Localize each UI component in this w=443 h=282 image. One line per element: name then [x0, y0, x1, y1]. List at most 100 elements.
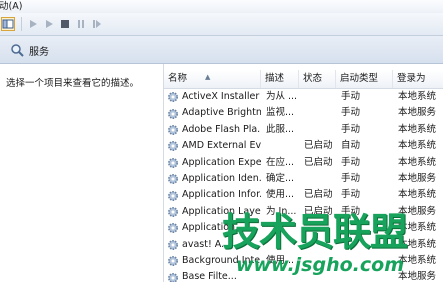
play-icon	[30, 20, 37, 28]
service-log-on-as: 本地系统	[398, 156, 437, 168]
service-row[interactable]: Application Laye... 为 In... 已启动 手动 本地服务	[164, 204, 443, 220]
service-gear-icon	[168, 223, 178, 234]
service-row[interactable]: Application... 本地系统	[164, 220, 443, 236]
service-name-cell: Adaptive Brightn...	[167, 105, 261, 121]
service-name-cell: Application Expe...	[167, 155, 261, 171]
service-name-cell: Application Iden...	[167, 171, 261, 187]
service-row[interactable]: Base Filte... 本地服务	[164, 269, 443, 282]
service-log-on-as: 本地系统	[398, 254, 437, 266]
service-row[interactable]: Application Expe... 在应... 已启动 手动 本地系统	[164, 155, 443, 171]
service-gear-icon	[168, 206, 178, 217]
service-log-on-as: 本地系统	[398, 140, 437, 152]
service-name-cell: ActiveX Installer ...	[167, 89, 261, 105]
start-service-button[interactable]	[26, 17, 40, 31]
services-list[interactable]: 名称 ▲ 描述 状态 启动类型 登录为 ActiveX Installer ..…	[164, 64, 443, 282]
service-name-cell: Application Laye...	[167, 204, 261, 220]
service-description: 确定...	[266, 172, 295, 184]
service-startup-type: 手动	[341, 172, 361, 184]
service-name-cell: Base Filte...	[167, 269, 261, 282]
service-description: 监视...	[266, 107, 295, 119]
play-icon	[46, 20, 53, 28]
service-name: AMD External Ev...	[182, 140, 261, 152]
service-name: avast! A...	[182, 238, 231, 250]
menu-item-action[interactable]: 动(A)	[0, 0, 22, 13]
service-name-cell: avast! A...	[167, 237, 261, 253]
service-row[interactable]: Application Infor... 使用... 已启动 手动 本地系统	[164, 187, 443, 203]
service-row[interactable]: Adaptive Brightn... 监视... 手动 本地服务	[164, 105, 443, 121]
service-gear-icon	[168, 92, 178, 103]
service-log-on-as: 本地系统	[398, 91, 437, 102]
service-gear-icon	[168, 239, 178, 250]
show-hide-console-tree-button[interactable]	[1, 17, 15, 31]
service-status: 已启动	[304, 140, 333, 152]
column-header-row: 名称 ▲ 描述 状态 启动类型 登录为	[164, 70, 443, 89]
column-header-name[interactable]: 名称 ▲	[164, 70, 261, 88]
service-row[interactable]: Adobe Flash Pla... 此服... 手动 本地系统	[164, 122, 443, 138]
description-text: 选择一个项目来查看它的描述。	[6, 78, 140, 89]
service-gear-icon	[168, 108, 178, 119]
service-row[interactable]: Background Inte... 使用... 本地系统	[164, 253, 443, 269]
stop-service-button[interactable]	[58, 17, 72, 31]
service-description: 为 In...	[266, 205, 297, 217]
service-log-on-as: 本地服务	[398, 205, 437, 217]
service-gear-icon	[168, 141, 178, 152]
service-name: Application...	[182, 222, 245, 234]
menu-bar: 动(A)	[0, 0, 443, 13]
service-name-cell: Background Inte...	[167, 253, 261, 269]
column-header-status[interactable]: 状态	[299, 70, 336, 88]
service-description: 使用...	[266, 189, 295, 201]
service-name: Application Laye...	[182, 205, 261, 217]
column-header-description[interactable]: 描述	[261, 70, 299, 88]
service-name: ActiveX Installer ...	[182, 91, 261, 102]
service-row[interactable]: ActiveX Installer ... 为从 ... 手动 本地系统	[164, 89, 443, 105]
service-startup-type: 手动	[341, 123, 361, 135]
service-log-on-as: 本地服务	[398, 172, 437, 184]
service-log-on-as: 本地系统	[398, 222, 437, 234]
service-name: Application Expe...	[182, 156, 261, 168]
service-log-on-as: 本地系统	[398, 123, 437, 135]
column-header-startup-type[interactable]: 启动类型	[336, 70, 393, 88]
service-gear-icon	[168, 256, 178, 267]
service-name: Background Inte...	[182, 254, 261, 266]
service-description: 使用...	[266, 254, 295, 266]
service-startup-type: 手动	[341, 189, 361, 201]
service-startup-type: 自动	[341, 140, 361, 152]
service-gear-icon	[168, 157, 178, 168]
pane-title: 服务	[29, 47, 49, 58]
pause-like-start-button[interactable]	[42, 17, 56, 31]
toolbar-separator	[21, 17, 22, 31]
service-name-cell: Application...	[167, 220, 261, 236]
service-startup-type: 手动	[341, 205, 361, 217]
column-header-name-label: 名称	[168, 73, 188, 84]
service-startup-type: 手动	[341, 91, 361, 102]
service-description: 在应...	[266, 156, 295, 168]
restart-service-button[interactable]	[90, 17, 104, 31]
service-startup-type: 手动	[341, 156, 361, 168]
service-name: Adobe Flash Pla...	[182, 123, 261, 135]
console-tree-icon	[2, 19, 14, 29]
service-description: 为从 ...	[266, 91, 298, 102]
service-description: 此服...	[266, 123, 295, 135]
service-log-on-as: 本地服务	[398, 107, 437, 119]
service-name: Base Filte...	[182, 271, 237, 282]
toolbar	[0, 13, 443, 36]
service-status: 已启动	[304, 205, 333, 217]
service-name: Adaptive Brightn...	[182, 107, 261, 119]
service-status: 已启动	[304, 156, 333, 168]
sort-ascending-icon: ▲	[205, 73, 211, 81]
service-gear-icon	[168, 174, 178, 185]
service-rows: ActiveX Installer ... 为从 ... 手动 本地系统 Ada…	[164, 89, 443, 282]
service-status: 已启动	[304, 189, 333, 201]
restart-icon	[93, 20, 101, 28]
service-row[interactable]: AMD External Ev... 已启动 自动 本地系统	[164, 138, 443, 154]
service-gear-icon	[168, 272, 178, 282]
service-row[interactable]: avast! A... 本地系统	[164, 237, 443, 253]
service-log-on-as: 本地系统	[398, 189, 437, 201]
pause-service-button[interactable]	[74, 17, 88, 31]
pause-icon	[78, 20, 84, 28]
service-gear-icon	[168, 190, 178, 201]
services-search-icon	[11, 44, 24, 57]
service-name-cell: Adobe Flash Pla...	[167, 122, 261, 138]
column-header-log-on-as[interactable]: 登录为	[393, 70, 443, 88]
service-row[interactable]: Application Iden... 确定... 手动 本地服务	[164, 171, 443, 187]
